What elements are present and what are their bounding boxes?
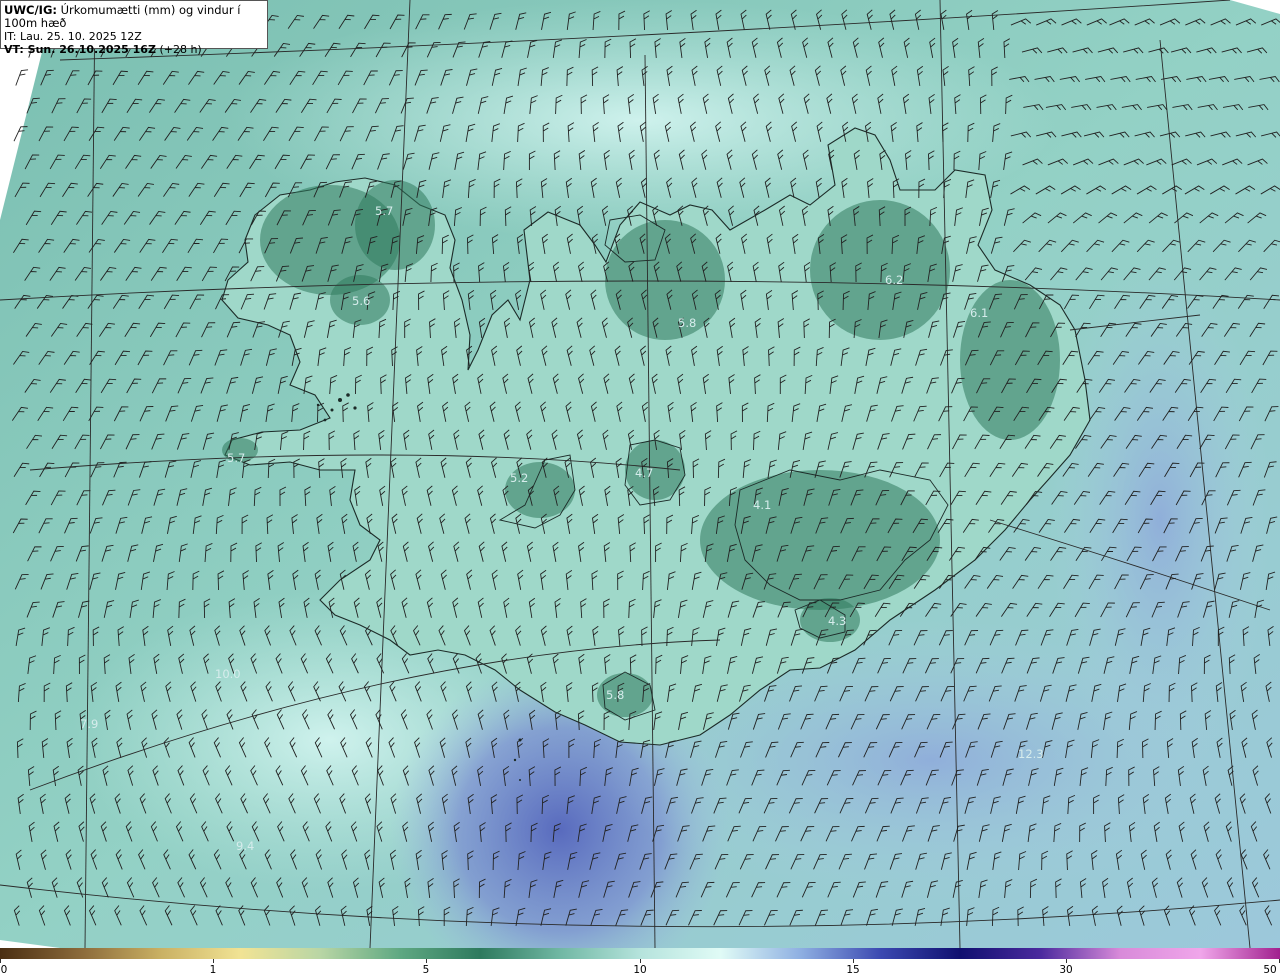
colorbar-label-15: 15	[846, 964, 860, 976]
forecast-info-box: UWC/IG: Úrkomumætti (mm) og vindur í 100…	[0, 0, 268, 56]
wind-barb	[15, 69, 29, 86]
value-label-vatnajokull: 4.1	[753, 498, 771, 512]
sea-blue-east	[1050, 260, 1270, 780]
value-label-southwest-sea: 10.0	[215, 667, 241, 681]
title-line: UWC/IG: Úrkomumætti (mm) og vindur í 100…	[4, 4, 264, 30]
colorbar-tick	[853, 959, 854, 963]
value-label-myrdalsjokull: 5.8	[606, 688, 624, 702]
value-label-far-southwest: 7.9	[80, 717, 98, 731]
weather-map[interactable]: 5.7 5.6 5.7 5.2 4.7 5.8 6.2 6.1 4.1 4.3 …	[0, 0, 1280, 948]
colorbar-tick	[426, 959, 427, 963]
value-label-oraefajokull: 4.3	[828, 614, 846, 628]
value-label-south-sea: 9.4	[236, 839, 254, 853]
colorbar-label-50: 50	[1263, 964, 1277, 976]
value-label-langjokull: 5.2	[510, 471, 528, 485]
valid-offset: (+28 h)	[159, 43, 202, 56]
colorbar-label-30: 30	[1059, 964, 1073, 976]
colorbar-label-0: 0	[0, 964, 8, 976]
colorbar: 0 1 5 10 15 30 50	[0, 948, 1280, 978]
issue-time: IT: Lau. 25. 10. 2025 12Z	[4, 30, 142, 43]
value-label-hofsjokull: 4.7	[635, 466, 653, 480]
value-label-snaefellsnes: 5.7	[227, 451, 245, 465]
valid-time-line: VT: Sun. 26.10.2025 16Z (+28 h)	[4, 43, 264, 56]
value-label-westfjords-north: 5.7	[375, 204, 393, 218]
value-label-north-central: 5.8	[678, 316, 696, 330]
value-label-westfjords-south: 5.6	[352, 294, 370, 308]
colorbar-tick	[1066, 959, 1067, 963]
colorbar-tick	[0, 959, 1, 963]
value-label-southeast-sea: 12.3	[1018, 747, 1044, 761]
colorbar-label-10: 10	[633, 964, 647, 976]
colorbar-label-5: 5	[422, 964, 430, 976]
colorbar-tick	[213, 959, 214, 963]
value-label-east: 6.1	[970, 306, 988, 320]
colorbar-strip	[0, 948, 1280, 959]
colorbar-tick	[640, 959, 641, 963]
value-label-northeast: 6.2	[885, 273, 903, 287]
model-name: UWC/IG:	[4, 3, 57, 17]
colorbar-label-1: 1	[209, 964, 217, 976]
valid-time: VT: Sun. 26.10.2025 16Z	[4, 43, 156, 56]
